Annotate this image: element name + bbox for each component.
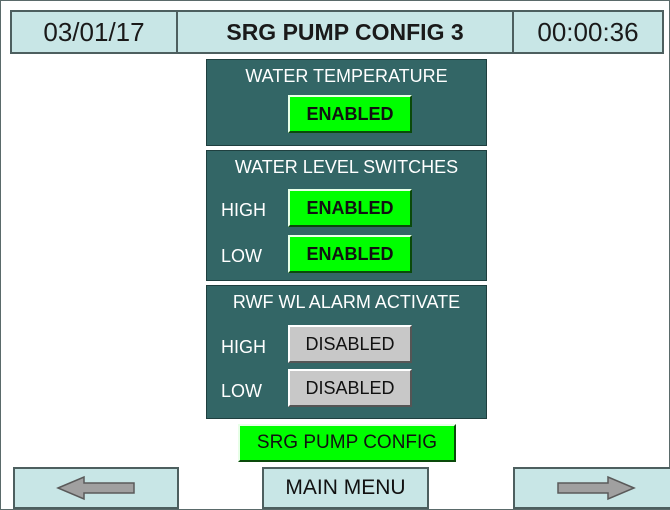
srg-pump-config-button[interactable]: SRG PUMP CONFIG — [238, 424, 456, 462]
wl-low-toggle[interactable]: ENABLED — [288, 235, 412, 273]
wl-high-label: HIGH — [221, 200, 266, 220]
wl-high-toggle[interactable]: ENABLED — [288, 189, 412, 227]
previous-screen-button[interactable] — [13, 467, 179, 509]
wl-low-label: LOW — [221, 246, 263, 266]
water-level-switches-panel: WATER LEVEL SWITCHES HIGH ENABLED LOW EN… — [206, 150, 487, 281]
time-display: 00:00:36 — [512, 10, 664, 54]
left-arrow-icon — [56, 475, 135, 501]
alarm-high-label: HIGH — [221, 337, 266, 357]
water-temperature-title: WATER TEMPERATURE — [245, 66, 448, 86]
next-screen-button[interactable] — [513, 467, 670, 509]
water-level-switches-title: WATER LEVEL SWITCHES — [234, 157, 459, 177]
main-menu-button[interactable]: MAIN MENU — [262, 467, 429, 509]
alarm-high-toggle[interactable]: DISABLED — [288, 325, 412, 363]
alarm-low-toggle[interactable]: DISABLED — [288, 369, 412, 407]
water-temperature-panel: WATER TEMPERATURE ENABLED — [206, 59, 487, 146]
rwf-wl-alarm-title: RWF WL ALARM ACTIVATE — [232, 292, 461, 312]
water-temperature-toggle[interactable]: ENABLED — [288, 95, 412, 133]
date-display: 03/01/17 — [10, 10, 178, 54]
hmi-screen: 03/01/17 SRG PUMP CONFIG 3 00:00:36 WATE… — [0, 0, 670, 510]
right-arrow-icon — [557, 475, 636, 501]
rwf-wl-alarm-panel: RWF WL ALARM ACTIVATE HIGH DISABLED LOW … — [206, 285, 487, 419]
screen-title: SRG PUMP CONFIG 3 — [178, 10, 512, 54]
alarm-low-label: LOW — [221, 381, 263, 401]
